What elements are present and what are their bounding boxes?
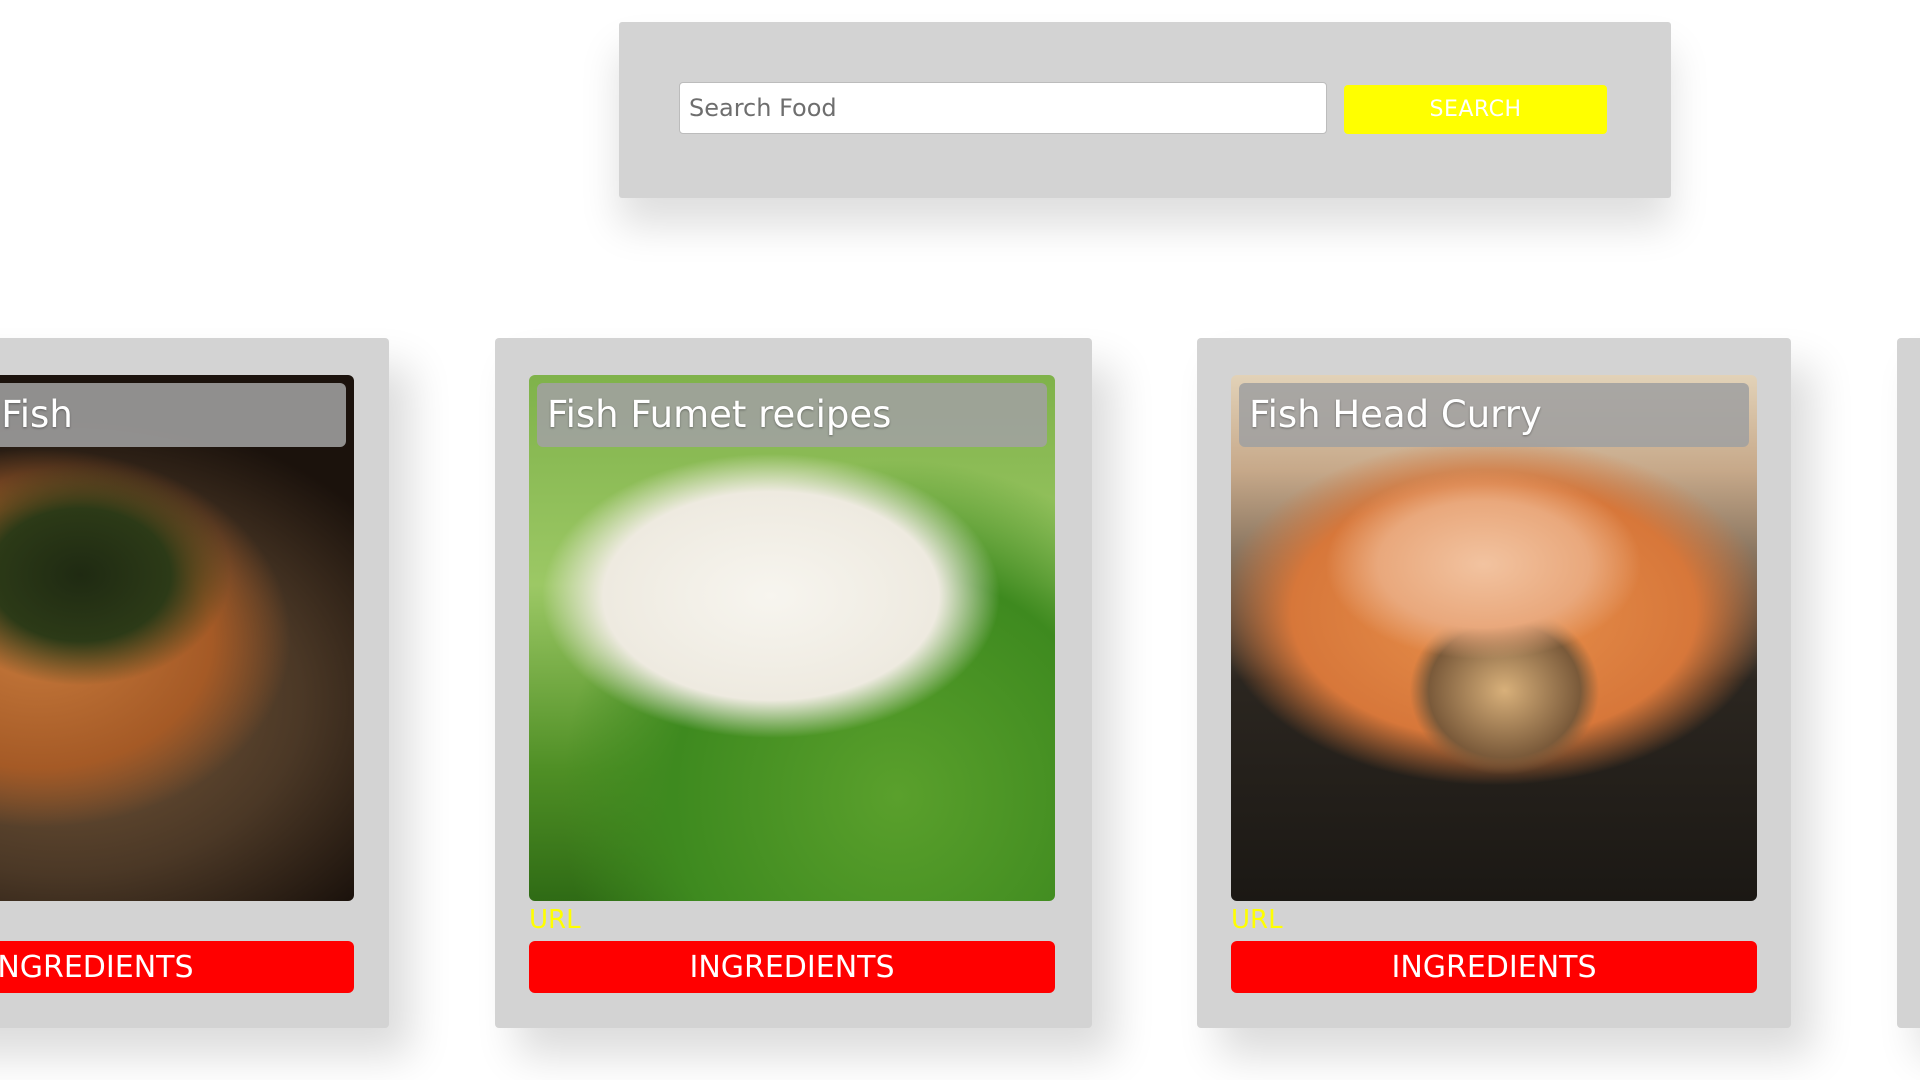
recipe-title: Scallion Fish (0, 383, 346, 447)
recipe-card: Scallion Fish INGREDIENTS (0, 338, 389, 1028)
recipe-title: Fish Head Curry (1239, 383, 1749, 447)
recipe-card (1897, 338, 1920, 1028)
recipe-image[interactable]: Scallion Fish (0, 375, 354, 901)
recipe-url-link[interactable]: URL (529, 905, 581, 935)
recipe-image[interactable]: Fish Head Curry (1231, 375, 1757, 901)
ingredients-button[interactable]: INGREDIENTS (1231, 941, 1757, 993)
recipe-card: Fish Head Curry URL INGREDIENTS (1197, 338, 1791, 1028)
search-panel: SEARCH (619, 22, 1671, 198)
ingredients-button[interactable]: INGREDIENTS (0, 941, 354, 993)
search-button[interactable]: SEARCH (1344, 85, 1607, 134)
recipe-url-link[interactable]: URL (1231, 905, 1283, 935)
search-input[interactable] (679, 82, 1327, 134)
recipe-title: Fish Fumet recipes (537, 383, 1047, 447)
recipe-image[interactable]: Fish Fumet recipes (529, 375, 1055, 901)
ingredients-button[interactable]: INGREDIENTS (529, 941, 1055, 993)
recipe-search-page: SEARCH Scallion Fish INGREDIENTS Fish Fu… (0, 0, 1920, 1080)
recipe-card: Fish Fumet recipes URL INGREDIENTS (495, 338, 1092, 1028)
